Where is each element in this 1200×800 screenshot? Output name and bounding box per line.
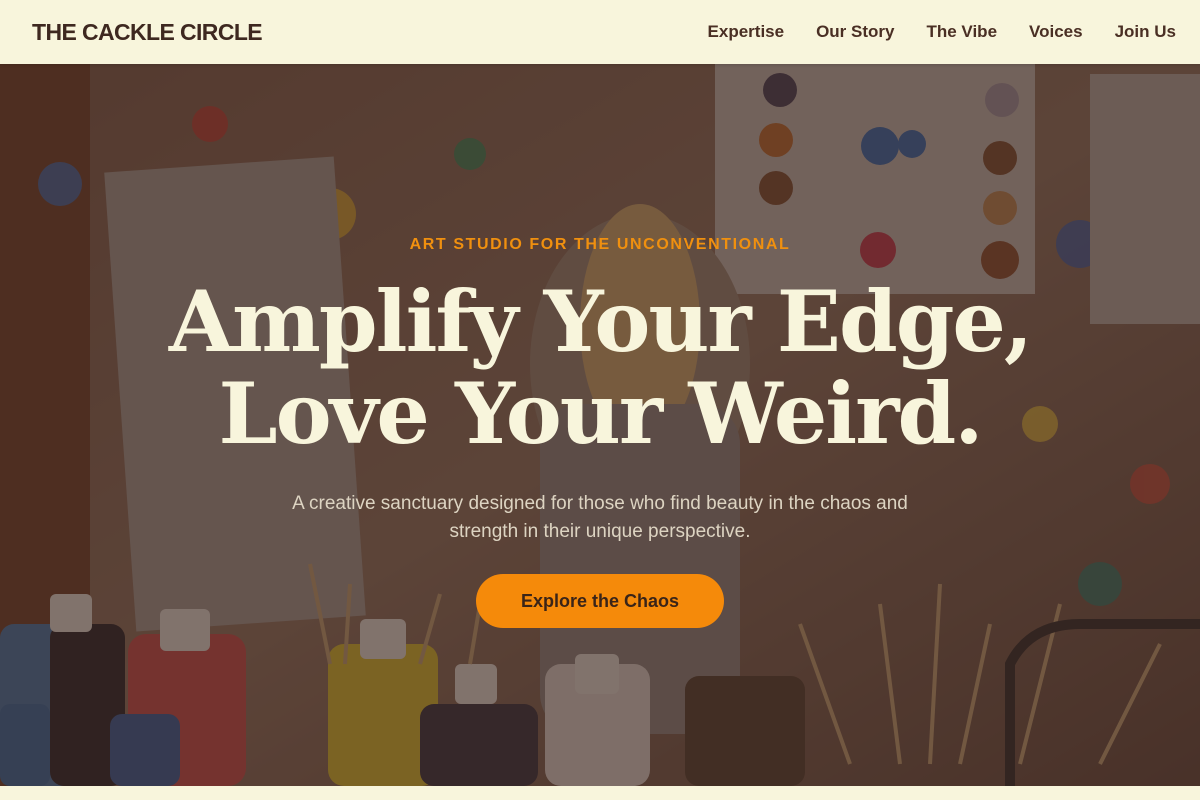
next-section-edge [0, 786, 1200, 800]
nav-link-the-vibe[interactable]: The Vibe [926, 22, 997, 42]
hero-content: ART STUDIO FOR THE UNCONVENTIONAL Amplif… [0, 64, 1200, 786]
top-navigation: THE CACKLE CIRCLE Expertise Our Story Th… [0, 0, 1200, 64]
nav-links: Expertise Our Story The Vibe Voices Join… [708, 22, 1176, 42]
nav-link-join-us[interactable]: Join Us [1115, 22, 1176, 42]
nav-link-expertise[interactable]: Expertise [708, 22, 785, 42]
nav-link-voices[interactable]: Voices [1029, 22, 1083, 42]
nav-link-our-story[interactable]: Our Story [816, 22, 894, 42]
hero-eyebrow: ART STUDIO FOR THE UNCONVENTIONAL [409, 236, 791, 253]
explore-the-chaos-button[interactable]: Explore the Chaos [476, 574, 724, 628]
hero-headline-line-1: Amplify Your Edge, [168, 272, 1033, 371]
hero-section: ART STUDIO FOR THE UNCONVENTIONAL Amplif… [0, 64, 1200, 786]
brand-logo[interactable]: THE CACKLE CIRCLE [32, 19, 263, 46]
hero-headline: Amplify Your Edge, Love Your Weird. [0, 276, 1200, 460]
hero-subtext: A creative sanctuary designed for those … [292, 493, 908, 542]
hero-headline-line-2: Love Your Weird. [218, 364, 984, 463]
